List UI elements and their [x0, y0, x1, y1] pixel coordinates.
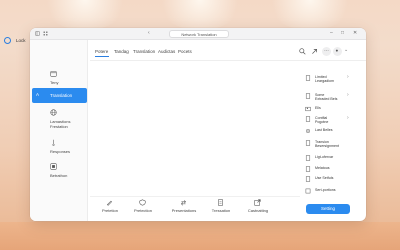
panel-item-label: Some Extraded Bels [315, 93, 338, 102]
sidebar-item-label: Lamastions Frestation [50, 119, 71, 129]
chevron-right-icon[interactable]: › [347, 115, 349, 121]
tab-potere[interactable]: Potere [95, 49, 108, 54]
document-icon [305, 93, 311, 99]
window-title: Network Translation [169, 30, 229, 38]
minimize-icon[interactable]: – [330, 30, 333, 37]
panel-item-label: Ligt-ofervar [315, 155, 334, 159]
document-icon [305, 155, 311, 161]
tab-tandag[interactable]: Tandag [114, 49, 129, 54]
settings-icon [305, 128, 311, 134]
ellipsis-icon: … [324, 47, 329, 53]
sidebar-item-label: Teny [50, 80, 59, 85]
background-floor [0, 222, 400, 250]
panel-item-label: Sert-portions [315, 188, 336, 192]
chevron-down-icon[interactable]: ⌄ [344, 47, 348, 53]
profile-button[interactable]: ● [333, 47, 342, 56]
sidebar-item-label: Translation [50, 93, 73, 98]
tab-audictas[interactable]: Audictas [158, 49, 175, 54]
sidebar [30, 40, 88, 221]
background-light-1 [40, 0, 130, 30]
more-button[interactable]: … [322, 47, 331, 56]
shield-icon [139, 199, 146, 206]
document-icon [305, 75, 311, 81]
pen-icon [51, 139, 56, 146]
document-icon [305, 140, 311, 146]
bottom-item-label: Presentations [171, 208, 197, 213]
grid-icon[interactable] [43, 31, 48, 36]
image-icon [305, 106, 311, 112]
draw-icon [107, 200, 112, 206]
bottom-item-label: Pretetion [101, 208, 118, 213]
export-icon [254, 199, 261, 206]
title-bar: ‹ Network Translation – □ ✕ [30, 28, 366, 40]
maximize-icon[interactable]: □ [341, 30, 344, 37]
translate-icon: A [36, 92, 40, 97]
avatar [4, 37, 11, 44]
close-icon[interactable]: ✕ [353, 30, 357, 37]
sidebar-item-label: Responses [50, 149, 71, 154]
bottom-item-label: Tressation [211, 208, 231, 213]
background-light-3 [265, 0, 355, 30]
panel-item-label: Contfial Pogotne [315, 116, 329, 125]
panel-item-label: Last Belles [315, 128, 333, 132]
box-icon [50, 163, 57, 170]
calendar-icon [50, 71, 57, 77]
sidebar-toggle-icon[interactable] [35, 31, 40, 36]
document-icon [218, 199, 223, 206]
panel-item-label: Melatous [315, 166, 330, 170]
back-chevron-icon[interactable]: ‹ [148, 30, 150, 37]
bottom-divider [90, 196, 300, 197]
panel-item-label: Use Setfuls [315, 176, 334, 180]
chevron-right-icon[interactable]: › [347, 74, 349, 80]
tab-pocets[interactable]: Pocets [178, 49, 192, 54]
document-icon [305, 116, 311, 122]
setting-button[interactable]: Setting [306, 204, 350, 214]
active-tab-indicator [95, 56, 109, 57]
globe-icon [50, 109, 57, 116]
bottom-item-label: Pretection [133, 208, 152, 213]
chevron-right-icon[interactable]: › [347, 92, 349, 98]
checkbox-icon[interactable] [305, 188, 311, 194]
document-icon [305, 176, 311, 182]
sidebar-item-label: Betrathon [50, 173, 68, 178]
document-icon [305, 166, 311, 172]
sidebar-item-translation[interactable]: A Translation [32, 88, 87, 103]
account-name: Lock [16, 38, 26, 43]
user-icon: ● [335, 48, 339, 53]
search-icon[interactable] [299, 48, 306, 55]
header-divider [90, 60, 366, 61]
background-light-2 [155, 0, 245, 30]
transfer-icon [181, 200, 186, 206]
panel-item-label: Ells [315, 106, 321, 110]
bottom-item-label: Castnatting [247, 208, 269, 213]
panel-item-label: Transion Besersignment [315, 140, 339, 149]
panel-item-label: Limited Leargadiom [315, 75, 334, 84]
share-icon[interactable] [311, 48, 318, 55]
tab-translation[interactable]: Translation [133, 49, 155, 54]
